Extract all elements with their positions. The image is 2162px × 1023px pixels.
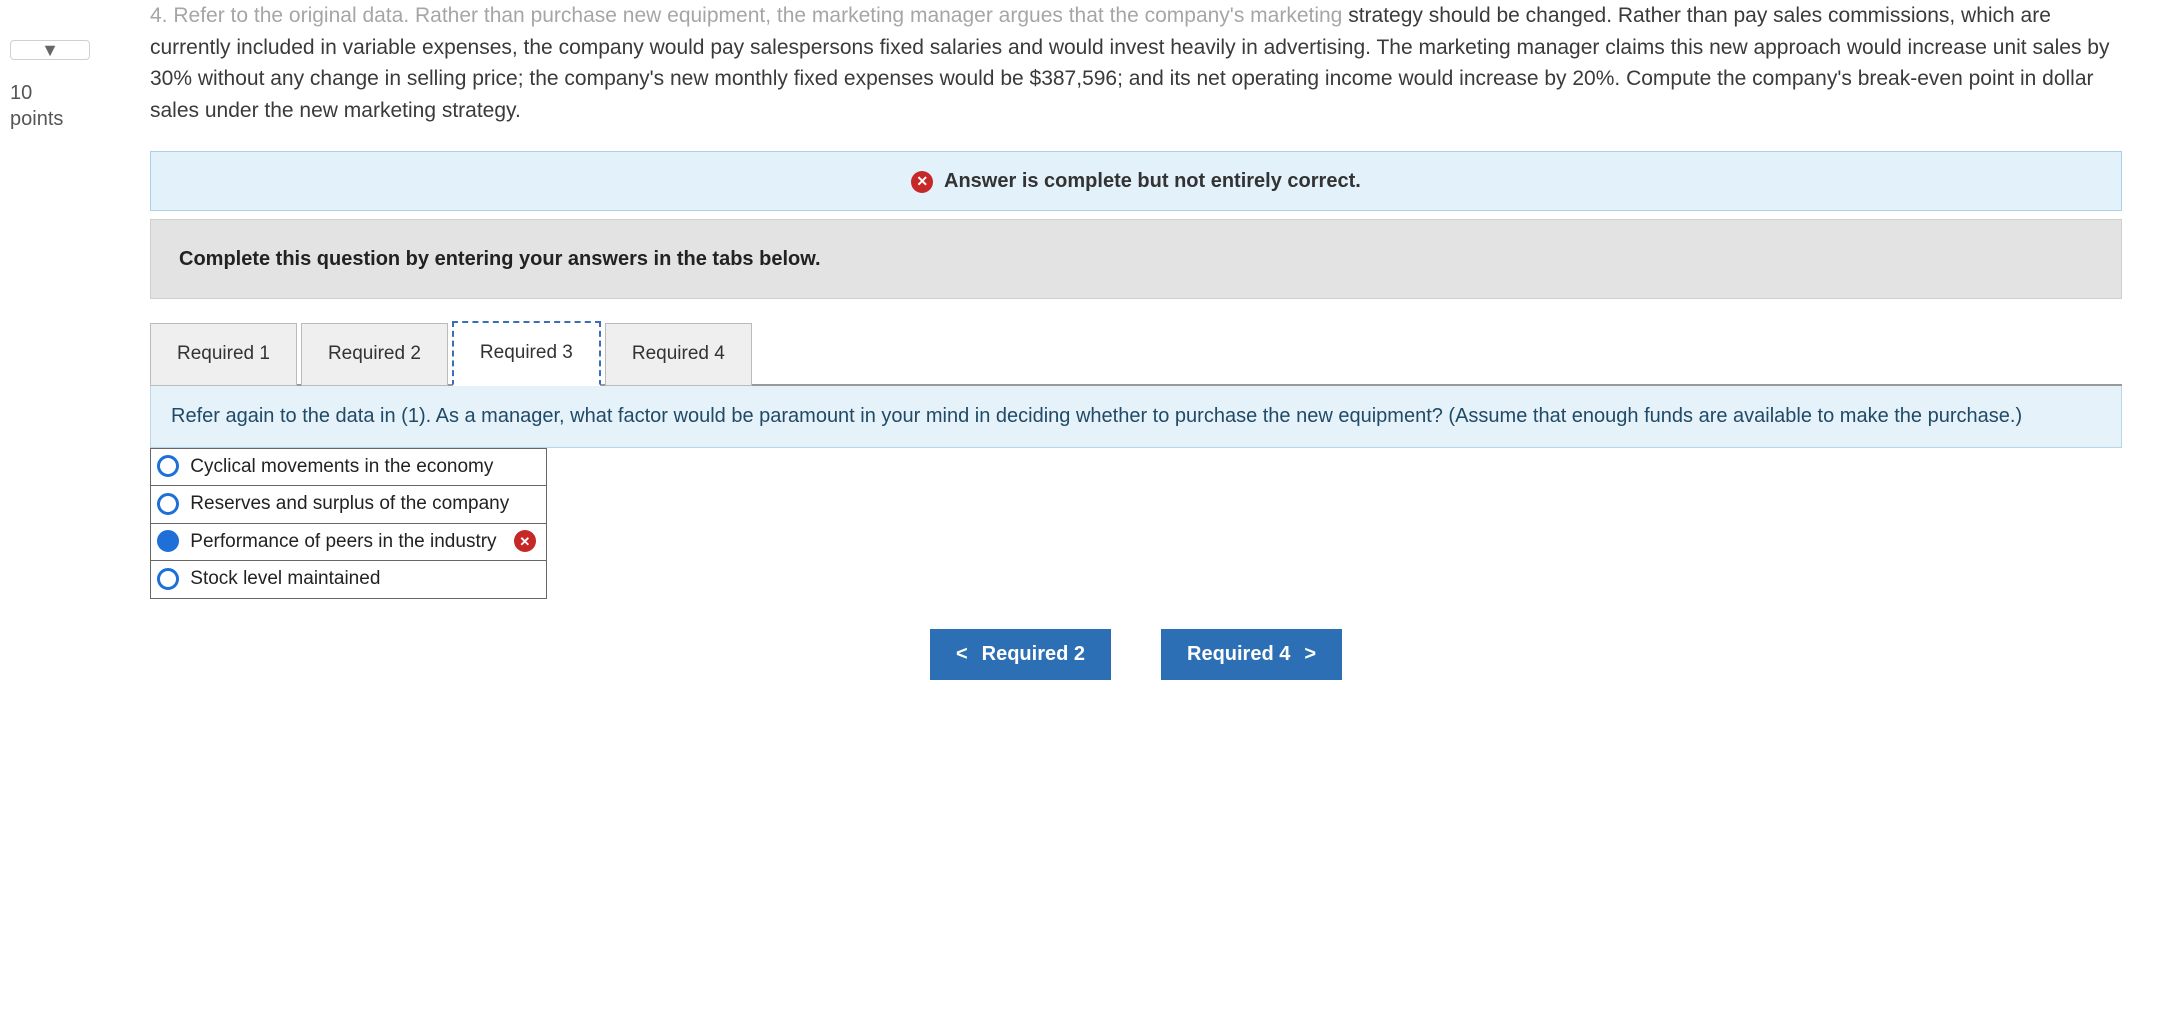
- answer-status-banner: ✕ Answer is complete but not entirely co…: [150, 151, 2122, 211]
- radio-icon[interactable]: [157, 493, 179, 515]
- next-button[interactable]: Required 4 >: [1161, 629, 1342, 680]
- tab-required-2[interactable]: Required 2: [301, 323, 448, 386]
- vote-arrow-box[interactable]: ▼: [10, 40, 90, 60]
- option-row[interactable]: Performance of peers in the industry ✕: [151, 523, 547, 561]
- tab-required-1[interactable]: Required 1: [150, 323, 297, 386]
- radio-icon[interactable]: [157, 568, 179, 590]
- arrow-down-icon: ▼: [41, 37, 59, 64]
- prev-button[interactable]: < Required 2: [930, 629, 1111, 680]
- options-table: Cyclical movements in the economy Reserv…: [150, 448, 547, 599]
- tab-label: Required 3: [480, 342, 573, 363]
- points-value: 10: [10, 80, 150, 106]
- chevron-left-icon: <: [956, 643, 968, 666]
- option-row[interactable]: Reserves and surplus of the company: [151, 486, 547, 524]
- option-label: Cyclical movements in the economy: [190, 456, 493, 477]
- prev-label: Required 2: [982, 643, 1085, 666]
- option-label: Performance of peers in the industry: [190, 531, 496, 552]
- tabs-container: Required 1 Required 2 Required 3 Require…: [150, 319, 2122, 386]
- tab-prompt: Refer again to the data in (1). As a man…: [150, 386, 2122, 448]
- next-label: Required 4: [1187, 643, 1290, 666]
- points-label: points: [10, 106, 150, 132]
- option-label: Stock level maintained: [190, 568, 380, 589]
- radio-icon[interactable]: [157, 455, 179, 477]
- tab-label: Required 1: [177, 343, 270, 364]
- option-row[interactable]: Stock level maintained: [151, 561, 547, 599]
- wrong-icon: ✕: [514, 530, 536, 552]
- instruction-text: Complete this question by entering your …: [179, 248, 821, 270]
- tab-required-4[interactable]: Required 4: [605, 323, 752, 386]
- status-text: Answer is complete but not entirely corr…: [944, 170, 1361, 192]
- tab-label: Required 4: [632, 343, 725, 364]
- option-label: Reserves and surplus of the company: [190, 493, 509, 514]
- x-icon: ✕: [911, 171, 933, 193]
- chevron-right-icon: >: [1304, 643, 1316, 666]
- tab-required-3[interactable]: Required 3: [452, 321, 601, 386]
- question-text: 4. Refer to the original data. Rather th…: [150, 0, 2122, 126]
- radio-icon[interactable]: [157, 530, 179, 552]
- points-block: 10 points: [10, 80, 150, 132]
- tab-label: Required 2: [328, 343, 421, 364]
- option-row[interactable]: Cyclical movements in the economy: [151, 448, 547, 486]
- tab-prompt-text: Refer again to the data in (1). As a man…: [171, 405, 2022, 427]
- nav-buttons: < Required 2 Required 4 >: [150, 629, 2122, 680]
- instruction-banner: Complete this question by entering your …: [150, 219, 2122, 299]
- question-partial-top: 4. Refer to the original data. Rather th…: [150, 4, 1342, 27]
